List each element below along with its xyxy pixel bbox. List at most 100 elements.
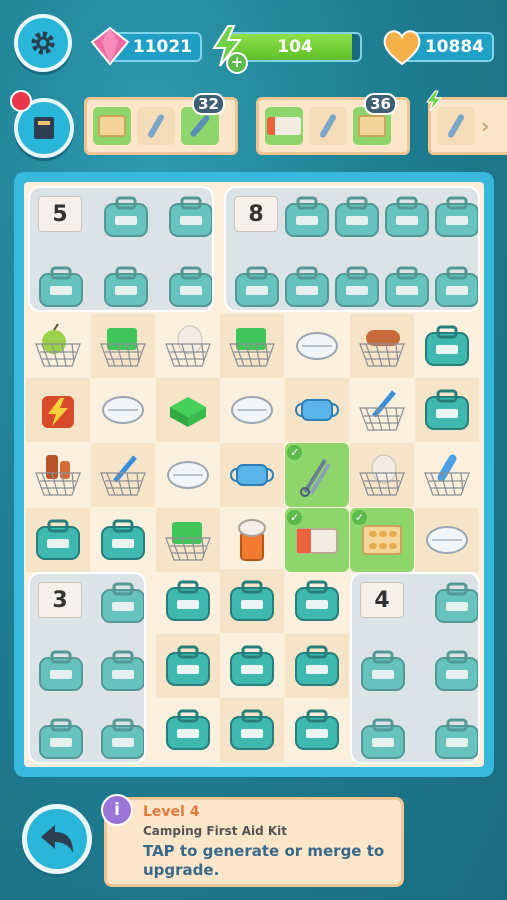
back-button[interactable] <box>22 804 92 874</box>
board-tile-net-green-box[interactable] <box>220 313 285 378</box>
order-slot <box>309 107 347 145</box>
lightning-small-icon <box>426 90 443 112</box>
scalpel-icon <box>189 114 211 138</box>
bandage-box-icon <box>296 528 339 554</box>
spatula-icon <box>318 113 338 139</box>
order-card-1[interactable]: 32 <box>84 93 238 155</box>
teal-kit-icon <box>235 266 279 307</box>
board-tile-white-pill[interactable] <box>91 378 155 442</box>
board-tile-net-egg[interactable] <box>156 314 220 378</box>
white-pill-icon <box>296 331 339 360</box>
forceps-icon <box>300 459 331 498</box>
teal-kit-icon <box>435 582 478 623</box>
book-icon <box>34 117 54 139</box>
board-tile-white-pill[interactable] <box>285 314 349 378</box>
board-tile-teal-kit[interactable] <box>415 314 479 378</box>
board-tile-mask[interactable] <box>220 443 285 508</box>
board-tile-net-apple[interactable] <box>26 314 90 378</box>
bag-count-label: 3 <box>38 582 82 618</box>
teal-kit-icon <box>39 718 83 759</box>
board-tile-green-box[interactable] <box>155 378 220 443</box>
board-tile-white-pill[interactable] <box>220 378 284 442</box>
teal-kit-icon <box>39 650 83 691</box>
teal-kit-icon <box>424 325 469 366</box>
board-tile-white-pill[interactable] <box>156 443 220 507</box>
board-tile-net-sausage[interactable] <box>350 313 414 378</box>
spatula-icon <box>146 113 166 139</box>
checkmark-icon: ✓ <box>352 510 367 525</box>
locked-bag[interactable]: 5 <box>28 186 214 312</box>
board-tile-net-egg[interactable] <box>350 443 414 508</box>
board-tile-teal-kit[interactable] <box>414 378 479 443</box>
teal-kit-icon <box>169 266 212 307</box>
net-green-box-icon <box>99 327 146 367</box>
bagged-kit <box>36 648 86 698</box>
board-tile-teal-kit[interactable] <box>220 698 285 763</box>
teal-kit-icon <box>435 650 478 691</box>
board-tile-teal-kit[interactable] <box>220 568 285 633</box>
board-tile-teal-kit[interactable] <box>155 633 220 698</box>
chevron-right-icon[interactable]: › <box>481 114 489 138</box>
order-slot <box>137 107 175 145</box>
order-badge: 36 <box>364 93 397 115</box>
board-tile-net-spatula[interactable] <box>90 443 155 508</box>
teal-kit-icon <box>361 718 405 759</box>
board-tile-pill-bottle[interactable] <box>220 508 284 572</box>
settings-button[interactable] <box>14 14 72 72</box>
heart-coin-icon <box>383 30 421 66</box>
board-tile-net-bottle[interactable] <box>26 443 90 507</box>
teal-kit-icon <box>165 709 210 751</box>
info-icon[interactable]: i <box>101 794 133 826</box>
bagged-kit <box>358 648 408 698</box>
board-tile-net-green-box[interactable] <box>155 508 220 572</box>
board-tile-teal-kit[interactable] <box>220 634 284 698</box>
board-tile-bandage-box[interactable]: ✓ <box>285 508 350 572</box>
gem-icon <box>90 26 130 66</box>
item-level: Level 4 <box>143 804 200 820</box>
bagged-kit <box>382 264 432 310</box>
board-tile-teal-kit[interactable] <box>285 698 349 762</box>
bagged-kit <box>332 194 382 244</box>
board-tile-teal-kit[interactable] <box>156 569 220 633</box>
teal-kit-icon <box>285 196 329 237</box>
board-tile-teal-kit[interactable] <box>26 508 90 572</box>
teal-kit-icon <box>169 196 212 237</box>
bag-count-label: 5 <box>38 196 82 232</box>
order-slot <box>437 107 475 145</box>
back-arrow-icon <box>41 825 73 853</box>
board-tile-net-spatula[interactable] <box>350 378 414 442</box>
teal-kit-icon <box>104 266 148 307</box>
pill-pack-icon <box>98 115 126 137</box>
board-tile-teal-kit[interactable] <box>285 633 350 698</box>
net-spatula-icon <box>99 455 146 496</box>
board-tile-net-green-box[interactable] <box>90 313 155 378</box>
bagged-kit <box>36 264 86 310</box>
add-energy-button[interactable]: + <box>226 52 248 74</box>
order-card-2[interactable]: 36 <box>256 93 410 155</box>
teal-kit-icon <box>335 266 379 307</box>
bagged-kit <box>432 716 478 762</box>
pill-bottle-icon <box>238 519 267 561</box>
board-tile-forceps[interactable]: ✓ <box>285 443 350 508</box>
notification-dot <box>10 90 32 112</box>
locked-bag[interactable]: 4 <box>350 572 480 764</box>
board-tile-white-pill[interactable] <box>414 508 479 572</box>
bagged-kit <box>432 194 478 244</box>
board-tile-teal-kit[interactable] <box>156 698 220 762</box>
board-tile-teal-kit[interactable] <box>91 508 155 572</box>
bagged-kit <box>166 264 212 310</box>
teal-kit-icon <box>101 718 144 759</box>
gems-value: 11021 <box>132 37 192 57</box>
bagged-kit <box>98 716 144 762</box>
locked-bag[interactable]: 3 <box>28 572 146 764</box>
pill-pack-icon <box>362 525 402 555</box>
teal-kit-icon <box>435 718 478 759</box>
board-tile-teal-kit[interactable] <box>285 569 349 633</box>
board-tile-fire-bag[interactable] <box>26 378 90 443</box>
bag-count-label: 4 <box>360 582 404 618</box>
board-tile-mask[interactable] <box>285 378 350 443</box>
locked-bag[interactable]: 8 <box>224 186 480 312</box>
board-tile-pill-pack[interactable]: ✓ <box>350 508 414 572</box>
teal-kit-icon <box>230 645 275 686</box>
board-tile-net-thermometer[interactable] <box>415 443 479 507</box>
